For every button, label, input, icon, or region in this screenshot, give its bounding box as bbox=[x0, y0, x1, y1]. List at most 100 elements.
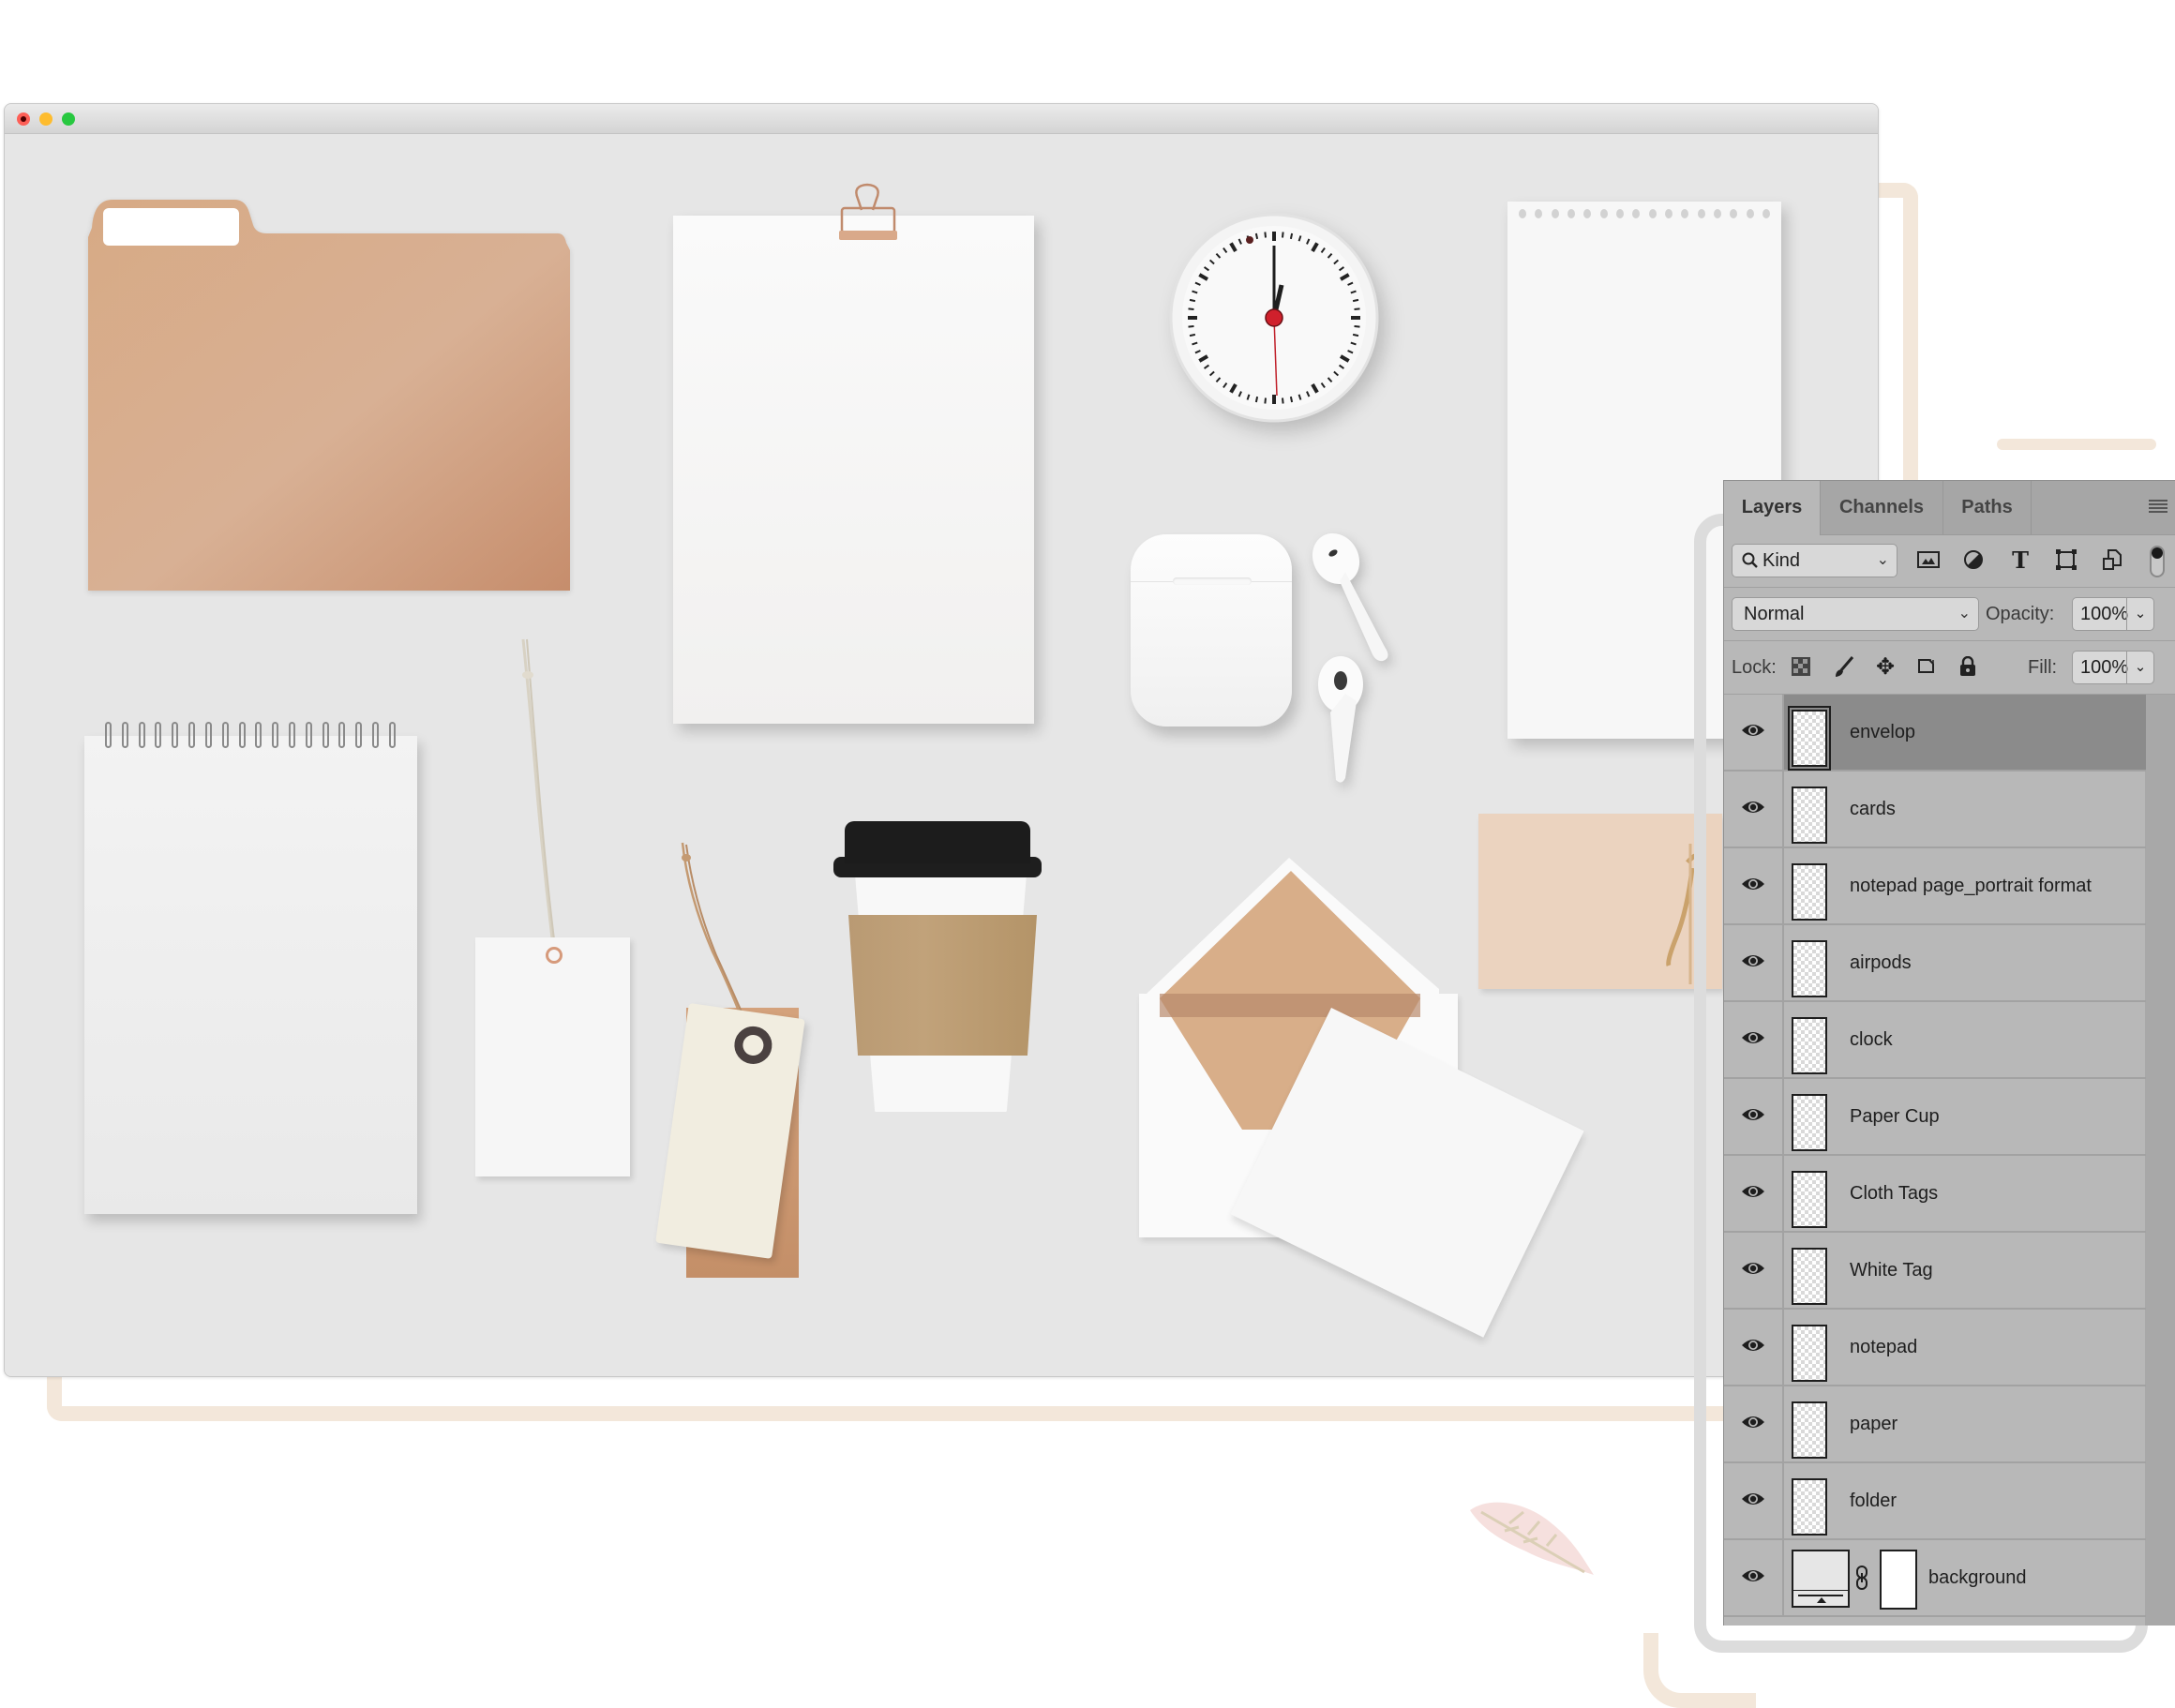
white-tag-object bbox=[475, 937, 630, 1176]
link-icon[interactable] bbox=[1855, 1565, 1868, 1596]
layer-thumbnail bbox=[1792, 1478, 1827, 1536]
layer-row[interactable]: clock bbox=[1724, 1002, 2146, 1079]
clock-tick bbox=[1352, 298, 1359, 303]
layer-thumbnail bbox=[1792, 1401, 1827, 1459]
clock-tick bbox=[1281, 397, 1284, 404]
layer-content: clock bbox=[1784, 1002, 2146, 1077]
layer-thumbnail bbox=[1792, 1171, 1827, 1228]
decorative-line-right bbox=[1997, 439, 2156, 450]
eye-icon bbox=[1741, 800, 1765, 819]
layer-visibility-toggle[interactable] bbox=[1724, 1386, 1784, 1461]
tab-layers[interactable]: Layers bbox=[1724, 481, 1821, 535]
spiral-ring bbox=[172, 722, 179, 748]
layer-visibility-toggle[interactable] bbox=[1724, 1540, 1784, 1615]
lock-artboard-icon[interactable] bbox=[1914, 654, 1939, 679]
clock-tick bbox=[1264, 397, 1268, 404]
layer-visibility-toggle[interactable] bbox=[1724, 1002, 1784, 1077]
leaf-decoration-icon bbox=[1470, 1502, 1594, 1575]
layer-visibility-toggle[interactable] bbox=[1724, 1156, 1784, 1231]
layer-content: paper bbox=[1784, 1386, 2146, 1461]
layer-visibility-toggle[interactable] bbox=[1724, 848, 1784, 923]
clock-tick bbox=[1189, 298, 1196, 303]
notepad-page-holes bbox=[1519, 209, 1770, 222]
lock-row: Lock: ✥ Fill: 100% ⌄ bbox=[1724, 641, 2175, 695]
layer-row[interactable]: envelop bbox=[1724, 695, 2146, 772]
page-hole bbox=[1730, 209, 1738, 218]
tab-channels[interactable]: Channels bbox=[1821, 481, 1943, 534]
layer-row[interactable]: Paper Cup bbox=[1724, 1079, 2146, 1156]
folder-object bbox=[88, 200, 570, 591]
spiral-ring bbox=[388, 722, 396, 748]
spiral-ring bbox=[121, 722, 128, 748]
maximize-button[interactable] bbox=[62, 112, 75, 126]
page-hole bbox=[1681, 209, 1689, 218]
layer-visibility-toggle[interactable] bbox=[1724, 695, 1784, 770]
smart-object-filter-icon[interactable] bbox=[2100, 547, 2124, 572]
layer-visibility-toggle[interactable] bbox=[1724, 1310, 1784, 1385]
blend-mode-select[interactable]: Normal ⌄ bbox=[1732, 597, 1979, 631]
page-hole bbox=[1567, 209, 1575, 218]
spiral-ring bbox=[204, 722, 212, 748]
page-hole bbox=[1632, 209, 1641, 218]
image-filter-icon[interactable] bbox=[1916, 547, 1941, 572]
type-filter-icon[interactable]: T bbox=[2008, 547, 2032, 574]
layer-visibility-toggle[interactable] bbox=[1724, 925, 1784, 1000]
layer-row[interactable]: cards bbox=[1724, 772, 2146, 848]
filter-row: Kind ⌄ T bbox=[1724, 534, 2175, 588]
layer-thumbnail bbox=[1792, 863, 1827, 921]
layer-name: folder bbox=[1850, 1491, 1898, 1511]
layer-thumbnail bbox=[1792, 1017, 1827, 1074]
layer-row[interactable]: Cloth Tags bbox=[1724, 1156, 2146, 1233]
opacity-field[interactable]: 100% ⌄ bbox=[2072, 597, 2154, 631]
spiral-ring bbox=[238, 722, 246, 748]
shape-filter-icon[interactable] bbox=[2054, 547, 2078, 572]
chevron-down-icon[interactable]: ⌄ bbox=[2126, 652, 2153, 683]
minimize-button[interactable] bbox=[39, 112, 52, 126]
panel-menu-icon[interactable] bbox=[2149, 500, 2168, 513]
layer-content: notepad bbox=[1784, 1310, 2146, 1385]
fill-field[interactable]: 100% ⌄ bbox=[2072, 651, 2154, 684]
layer-name: airpods bbox=[1850, 952, 1912, 973]
chevron-down-icon: ⌄ bbox=[1958, 606, 1971, 622]
page-hole bbox=[1583, 209, 1592, 218]
lock-transparent-pixels-icon[interactable] bbox=[1789, 654, 1813, 679]
layer-mask-thumbnail[interactable] bbox=[1880, 1550, 1917, 1610]
layer-content: folder bbox=[1784, 1463, 2146, 1538]
layer-visibility-toggle[interactable] bbox=[1724, 1233, 1784, 1308]
layer-visibility-toggle[interactable] bbox=[1724, 1079, 1784, 1154]
spiral-ring bbox=[372, 722, 379, 748]
layer-row[interactable]: White Tag bbox=[1724, 1233, 2146, 1310]
layer-row[interactable]: folder bbox=[1724, 1463, 2146, 1540]
layer-name: White Tag bbox=[1850, 1260, 1933, 1281]
layer-content: Paper Cup bbox=[1784, 1079, 2146, 1154]
tab-paths[interactable]: Paths bbox=[1943, 481, 2032, 534]
layer-visibility-toggle[interactable] bbox=[1724, 1463, 1784, 1538]
clock-tick bbox=[1188, 307, 1194, 311]
layer-row[interactable]: notepad page_portrait format bbox=[1724, 848, 2146, 925]
layer-row[interactable]: paper bbox=[1724, 1386, 2146, 1463]
lock-all-icon[interactable] bbox=[1956, 654, 1980, 679]
notepad-spiral bbox=[105, 722, 396, 750]
fill-value: 100% bbox=[2080, 657, 2129, 678]
chevron-down-icon[interactable]: ⌄ bbox=[2126, 598, 2153, 630]
lock-position-icon[interactable]: ✥ bbox=[1873, 654, 1898, 680]
layer-row[interactable]: background bbox=[1724, 1540, 2146, 1617]
eye-icon bbox=[1741, 1107, 1765, 1127]
clock-object bbox=[1169, 213, 1379, 423]
layer-visibility-toggle[interactable] bbox=[1724, 772, 1784, 847]
layers-panel: Layers Channels Paths Kind ⌄ T Normal ⌄ … bbox=[1723, 480, 2175, 1626]
layer-row[interactable]: airpods bbox=[1724, 925, 2146, 1002]
clock-tick bbox=[1254, 232, 1259, 240]
spiral-ring bbox=[322, 722, 329, 748]
spiral-ring bbox=[272, 722, 279, 748]
eye-icon bbox=[1741, 1030, 1765, 1050]
layer-row[interactable]: notepad bbox=[1724, 1310, 2146, 1386]
close-button[interactable] bbox=[17, 112, 30, 126]
paper-cup-object bbox=[831, 821, 1044, 1112]
filter-toggle-icon[interactable] bbox=[2150, 546, 2165, 577]
lock-image-pixels-icon[interactable] bbox=[1832, 654, 1856, 679]
clock-tick bbox=[1281, 232, 1284, 238]
kind-filter-select[interactable]: Kind ⌄ bbox=[1732, 544, 1898, 577]
adjustment-filter-icon[interactable] bbox=[1961, 547, 1986, 572]
eye-icon bbox=[1741, 1184, 1765, 1204]
